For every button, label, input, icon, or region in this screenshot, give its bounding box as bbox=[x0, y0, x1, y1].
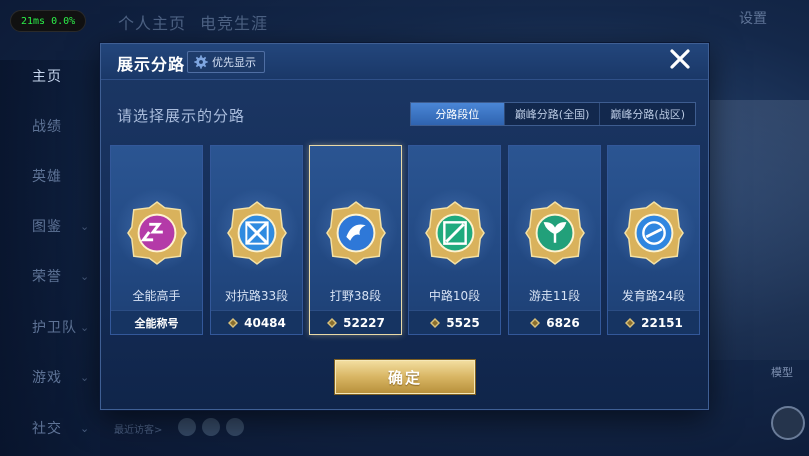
power-icon bbox=[429, 317, 441, 329]
close-icon bbox=[668, 47, 692, 75]
tab-lane-type[interactable]: 巅峰分路(战区) bbox=[599, 103, 695, 125]
chevron-down-icon: ⌄ bbox=[80, 269, 91, 283]
background-nav-item: 护卫队 ⌄ bbox=[0, 302, 100, 352]
latency-value: 21ms bbox=[21, 15, 46, 27]
lane-score-bar: 5525 bbox=[409, 310, 500, 334]
lane-type-tabs: 分路段位 巅峰分路(全国) 巅峰分路(战区) bbox=[409, 102, 696, 126]
background-character-art bbox=[709, 100, 809, 360]
background-visitor-avatars bbox=[178, 418, 244, 436]
background-tab-esports: 电竞生涯 bbox=[200, 14, 269, 33]
power-icon bbox=[529, 317, 541, 329]
clash-lane-emblem-icon bbox=[226, 200, 288, 266]
jungle-emblem-icon bbox=[325, 200, 387, 266]
background-nav-label: 荣誉 bbox=[32, 269, 62, 285]
background-nav-label: 社交 bbox=[32, 421, 62, 437]
roam-emblem-icon bbox=[524, 200, 586, 266]
selection-prompt: 请选择展示的分路 bbox=[117, 107, 246, 125]
background-nav-item: 图鉴 ⌄ bbox=[0, 201, 100, 251]
close-button[interactable] bbox=[666, 47, 694, 75]
background-nav-item: 社交 ⌄ bbox=[0, 403, 100, 453]
lane-score-value: 全能称号 bbox=[134, 316, 179, 330]
background-nav-label: 图鉴 bbox=[32, 219, 62, 235]
power-icon bbox=[624, 317, 636, 329]
background-nav-label: 战绩 bbox=[32, 119, 62, 135]
confirm-button[interactable]: 确定 bbox=[335, 360, 475, 394]
background-nav-item: 战绩 bbox=[0, 101, 100, 151]
lane-score-value: 6826 bbox=[546, 315, 580, 330]
power-icon bbox=[326, 317, 338, 329]
background-nav-label: 游戏 bbox=[32, 370, 62, 386]
lane-card-list: 全能高手 全能称号 对抗路33段 40484 打野38段 52227 中路10段 5525 游走… bbox=[110, 145, 702, 335]
lane-rank-label: 中路10段 bbox=[428, 289, 481, 303]
lane-score-value: 22151 bbox=[641, 315, 683, 330]
lane-score-value: 40484 bbox=[244, 315, 286, 330]
background-nav-item: 英雄 bbox=[0, 151, 100, 201]
tab-lane-type[interactable]: 巅峰分路(全国) bbox=[503, 103, 600, 125]
background-nav-item: 主页 bbox=[0, 51, 100, 101]
chevron-down-icon: ⌄ bbox=[80, 370, 91, 384]
chevron-down-icon: ⌄ bbox=[80, 320, 91, 334]
background-nav-label: 英雄 bbox=[32, 169, 62, 185]
background-nav-label: 护卫队 bbox=[32, 320, 77, 336]
allround-emblem-icon bbox=[126, 200, 188, 266]
lane-rank-label: 对抗路33段 bbox=[224, 289, 289, 303]
background-recent-visitors: 最近访客> bbox=[114, 425, 163, 436]
lane-score-bar: 52227 bbox=[310, 310, 401, 334]
lane-rank-label: 打野38段 bbox=[329, 289, 382, 303]
lane-card[interactable]: 打野38段 52227 bbox=[309, 145, 402, 335]
background-nav-item: 荣誉 ⌄ bbox=[0, 251, 100, 301]
lane-rank-label: 游走11段 bbox=[528, 289, 581, 303]
farm-lane-emblem-icon bbox=[623, 200, 685, 266]
lane-score-value: 52227 bbox=[343, 315, 385, 330]
background-settings-label: 设置 bbox=[739, 11, 767, 27]
priority-display-label: 优先显示 bbox=[212, 56, 256, 69]
lane-rank-label: 发育路24段 bbox=[621, 289, 686, 303]
lane-score-bar: 6826 bbox=[509, 310, 600, 334]
lane-score-bar: 全能称号 bbox=[111, 310, 202, 334]
lane-rank-label: 全能高手 bbox=[132, 289, 181, 303]
gear-icon bbox=[194, 55, 208, 69]
priority-display-button[interactable]: 优先显示 bbox=[187, 51, 265, 73]
packet-loss-value: 0.0% bbox=[51, 15, 76, 27]
lane-score-value: 5525 bbox=[446, 315, 480, 330]
lane-card[interactable]: 游走11段 6826 bbox=[508, 145, 601, 335]
lane-card[interactable]: 发育路24段 22151 bbox=[607, 145, 700, 335]
show-lane-dialog: 展示分路 优先显示 请选择展示的分路 分路段位 巅峰分路(全国) 巅峰分路(战区… bbox=[100, 43, 709, 410]
lane-card[interactable]: 对抗路33段 40484 bbox=[210, 145, 303, 335]
background-tab-profile: 个人主页 bbox=[118, 14, 187, 33]
power-icon bbox=[227, 317, 239, 329]
lane-score-bar: 40484 bbox=[211, 310, 302, 334]
dialog-title: 展示分路 bbox=[117, 55, 186, 74]
background-model-label: 模型 bbox=[771, 366, 793, 379]
dialog-header: 展示分路 优先显示 bbox=[101, 44, 708, 80]
lane-card[interactable]: 全能高手 全能称号 bbox=[110, 145, 203, 335]
chevron-down-icon: ⌄ bbox=[80, 219, 91, 233]
fps-indicator: 21ms 0.0% bbox=[10, 10, 87, 32]
tab-lane-type[interactable]: 分路段位 bbox=[410, 103, 504, 125]
background-nav-label: 主页 bbox=[32, 69, 62, 85]
background-nav-item: 游戏 ⌄ bbox=[0, 352, 100, 402]
background-round-button bbox=[771, 406, 805, 440]
mid-lane-emblem-icon bbox=[424, 200, 486, 266]
lane-card[interactable]: 中路10段 5525 bbox=[408, 145, 501, 335]
chevron-down-icon: ⌄ bbox=[80, 421, 91, 435]
lane-score-bar: 22151 bbox=[608, 310, 699, 334]
